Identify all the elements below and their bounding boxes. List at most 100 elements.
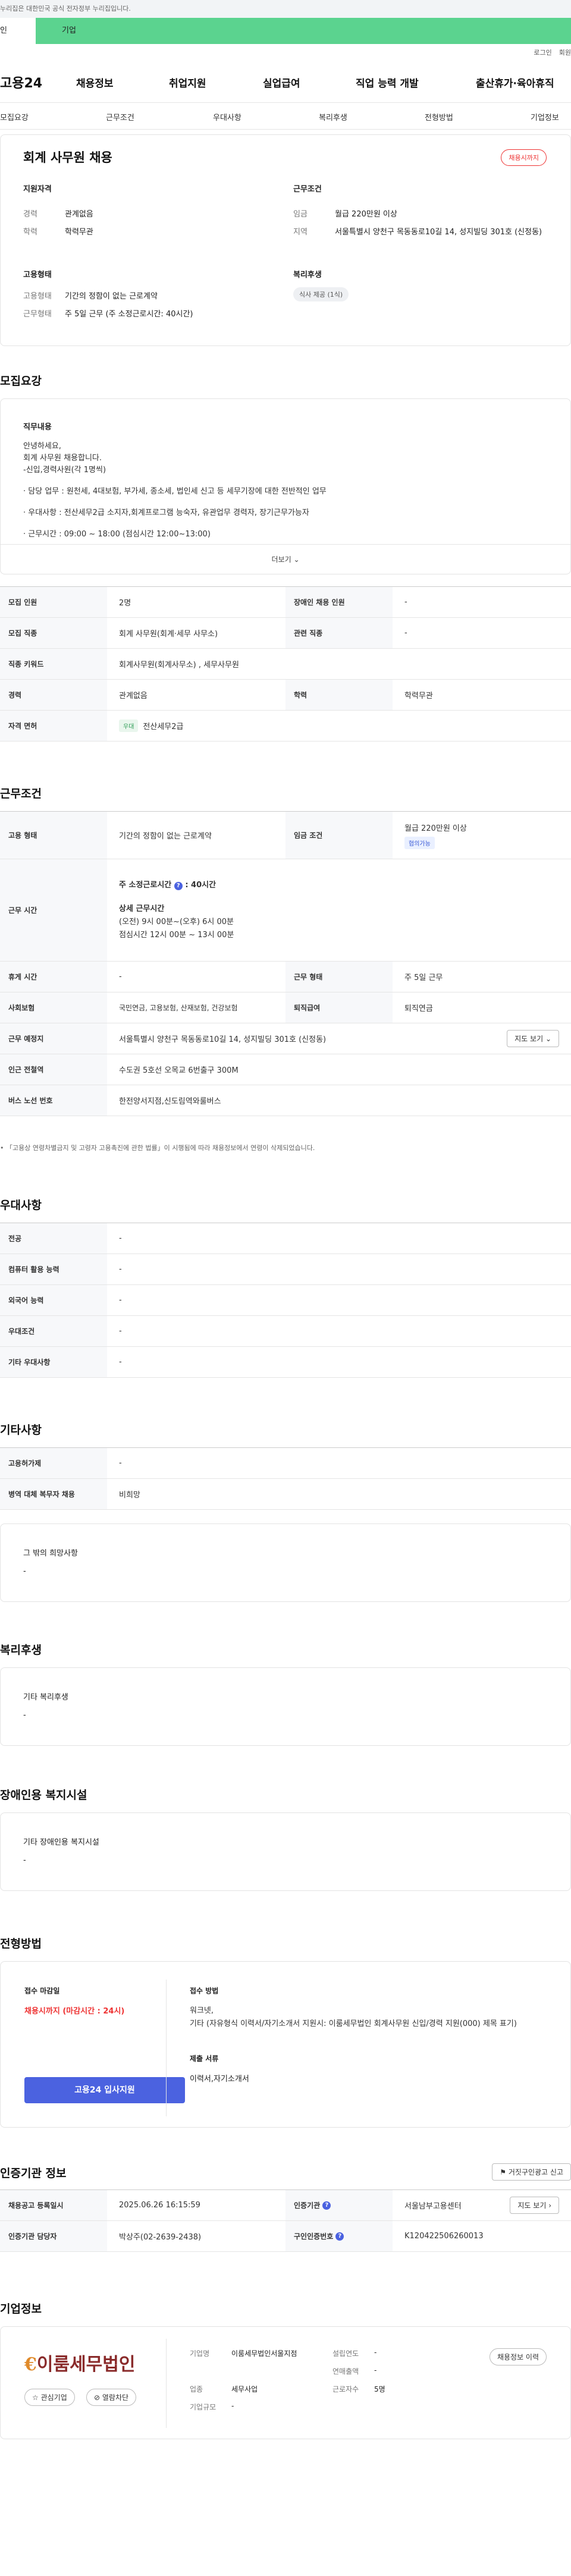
favorite-company-button[interactable]: ☆ 관심기업 xyxy=(24,2389,75,2406)
table-row: 고용 형태 기간의 정함이 없는 근로계약 임금 조건 월급 220만원 이상 협의가능 xyxy=(0,812,571,859)
disabled-sub-heading: 기타 장애인용 복지시설 xyxy=(23,1838,99,1847)
subnav-company[interactable]: 기업정보 xyxy=(531,111,559,122)
welfare-heading: 복리후생 xyxy=(293,271,322,279)
star-icon: ☆ xyxy=(32,2393,39,2402)
gnb-employment-support[interactable]: 취업지원 xyxy=(169,75,206,90)
tab-company[interactable]: 기업 xyxy=(36,18,76,44)
sales-field: 연매출액 - xyxy=(332,2366,377,2376)
employment-heading: 고용형태 xyxy=(23,271,52,279)
gnb-training[interactable]: 직업 능력 개발 xyxy=(356,75,419,90)
more-button[interactable]: 더보기 ⌄ xyxy=(1,544,570,574)
employees-field: 근로자수 5명 xyxy=(332,2385,385,2393)
process-heading: 전형방법 xyxy=(0,1937,42,1950)
table-row: 채용공고 등록일시 2025.06.26 16:15:59 인증기관 ? 서울남부고용… xyxy=(0,2190,571,2221)
conditions-table: 고용 형태 기간의 정함이 없는 근로계약 임금 조건 월급 220만원 이상 협의가능… xyxy=(0,811,571,1116)
company-heading: 기업정보 xyxy=(0,2302,42,2316)
job-summary-card: 회계 사무원 채용 채용시까지 지원자격 경력 관계없음 학력 학력무관 근무조건 … xyxy=(0,134,571,346)
negotiable-tag: 협의가능 xyxy=(404,836,435,849)
table-row: 인근 전철역 수도권 5호선 오목교 6번출구 300M xyxy=(0,1054,571,1085)
welfare-sub-heading: 기타 복리후생 xyxy=(23,1693,68,1702)
duty-card: 직무내용 안녕하세요, 회계 사무원 채용합니다. -신입,경력사원(각 1명씩… xyxy=(0,398,571,574)
table-row: 버스 노선 번호 한전양서지점,신도림역와룰버스 xyxy=(0,1085,571,1116)
etc-table: 고용허가제 - 병역 대체 복무자 채용 비희망 xyxy=(0,1447,571,1510)
divider xyxy=(166,1980,167,2116)
table-row: 병역 대체 복무자 채용 비희망 xyxy=(0,1479,571,1510)
table-row: 경력 관계없음 학력 학력무관 xyxy=(0,680,571,711)
table-row: 우대조건 - xyxy=(0,1316,571,1347)
table-row: 모집 직종 회계 사무원(회계·세무 사무소) 관련 직종 - xyxy=(0,618,571,649)
table-row: 고용허가제 - xyxy=(0,1448,571,1479)
welfare-section-heading: 복리후생 xyxy=(0,1644,42,1657)
subnav-process[interactable]: 전형방법 xyxy=(425,111,453,122)
docs-value: 이력서,자기소개서 xyxy=(190,2075,249,2084)
login-link[interactable]: 로그인 xyxy=(534,48,551,57)
conditions-heading: 근무조건 xyxy=(0,787,42,800)
recruit-table: 모집 인원 2명 장애인 채용 인원 - 모집 직종 회계 사무원(회계·세무 사무소)… xyxy=(0,586,571,742)
duty-heading: 직무내용 xyxy=(23,423,52,432)
education-field: 학력 학력무관 xyxy=(23,228,93,237)
industry-field: 업종 세무사업 xyxy=(190,2385,258,2393)
report-fake-ad-button[interactable]: ⚑ 거짓구인광고 신고 xyxy=(492,2163,571,2181)
subnav-welfare[interactable]: 복리후생 xyxy=(319,111,347,122)
table-row: 외국어 능력 - xyxy=(0,1285,571,1316)
subnav-conditions[interactable]: 근무조건 xyxy=(106,111,134,122)
map-view-button[interactable]: 지도 보기 ⌄ xyxy=(507,1030,559,1047)
company-card: €이룸세무법인 ☆ 관심기업 ⊘ 열람차단 기업명 이룸세무법인서울지점 업종 세무… xyxy=(0,2326,571,2439)
table-row: 사회보험 국민연금, 고용보험, 산재보험, 건강보험 퇴직급여 퇴직연금 xyxy=(0,992,571,1023)
location-field: 지역 서울특별시 양천구 목동동로10길 14, 성지빌딩 301호 (신정동) xyxy=(293,228,542,237)
subnav-recruit[interactable]: 모집요강 xyxy=(0,111,29,122)
gnb-job-info[interactable]: 채용정보 xyxy=(76,75,114,90)
disabled-value: - xyxy=(23,1856,26,1865)
company-name-field: 기업명 이룸세무법인서울지점 xyxy=(190,2349,297,2358)
deadline-heading: 접수 마감일 xyxy=(24,1987,60,1995)
gov-banner: 누리집은 대한민국 공식 전자정부 누리집입니다. xyxy=(0,0,571,18)
welfare-value: - xyxy=(23,1711,26,1720)
subnav-preference[interactable]: 우대사항 xyxy=(213,111,241,122)
wish-value: - xyxy=(23,1567,26,1576)
employment-type-field: 고용형태 기간의 정함이 없는 근로계약 xyxy=(23,292,158,301)
preference-heading: 우대사항 xyxy=(0,1199,42,1212)
table-row: 인증기관 담당자 박상주(02-2639-2438) 구인인증번호 ? K120422… xyxy=(0,2221,571,2252)
recruit-heading: 모집요강 xyxy=(0,375,42,388)
divider xyxy=(166,2339,167,2428)
chevron-down-icon: ⌄ xyxy=(293,555,300,564)
agency-table: 채용공고 등록일시 2025.06.26 16:15:59 인증기관 ? 서울남부고용… xyxy=(0,2189,571,2252)
company-size-field: 기업규모 - xyxy=(190,2402,234,2411)
deadline-value: 채용시까지 (마감시간 : 24시) xyxy=(24,2007,125,2016)
block-view-button[interactable]: ⊘ 열람차단 xyxy=(86,2389,137,2406)
utility-menu: 로그인 회원 xyxy=(0,44,571,61)
table-row: 기타 우대사항 - xyxy=(0,1347,571,1378)
table-row: 자격 면허 우대 전산세무2급 xyxy=(0,711,571,742)
established-field: 설립연도 - xyxy=(332,2348,377,2358)
age-note: • 「고용상 연령차별금지 및 고령자 고용촉진에 관한 법률」이 시행됨에 따… xyxy=(0,1144,315,1152)
agency-map-button[interactable]: 지도 보기 › xyxy=(510,2197,559,2214)
disabled-facility-heading: 장애인용 복지시설 xyxy=(0,1789,87,1802)
signup-link[interactable]: 회원 xyxy=(559,48,571,57)
section-nav: 모집요강 근무조건 우대사항 복리후생 전형방법 기업정보 xyxy=(0,102,571,130)
table-row: 근무 시간 주 소정근로시간 ? : 40시간 상세 근무시간 (오전) 9시 … xyxy=(0,859,571,962)
info-icon[interactable]: ? xyxy=(335,2232,344,2241)
table-row: 모집 인원 2명 장애인 채용 인원 - xyxy=(0,587,571,618)
disabled-facility-card: 기타 장애인용 복지시설 - xyxy=(0,1812,571,1891)
info-icon[interactable]: ? xyxy=(322,2201,331,2210)
info-icon[interactable]: ? xyxy=(174,881,183,890)
company-logo: €이룸세무법인 xyxy=(24,2354,136,2375)
job-history-button[interactable]: 채용정보 이력 xyxy=(489,2348,547,2365)
method-heading: 접수 방법 xyxy=(190,1987,219,1995)
condition-heading: 근무조건 xyxy=(293,185,322,194)
tab-individual[interactable]: 인 xyxy=(0,18,36,44)
method-value: 워크넷, 기타 (자유형식 이력서/자기소개서 지원시: 이룸세무법인 회계사무원… xyxy=(190,2006,517,2028)
table-row: 직종 키워드 회계사무원(회계사무소) , 세무사무원 xyxy=(0,649,571,680)
table-row: 컴퓨터 활용 능력 - xyxy=(0,1254,571,1285)
apply-button[interactable]: 고용24 입사지원 xyxy=(24,2077,185,2103)
report-icon: ⚑ xyxy=(500,2168,507,2176)
deadline-badge: 채용시까지 xyxy=(501,149,547,166)
welfare-pill: 식사 제공 (1식) xyxy=(293,287,349,301)
docs-heading: 제출 서류 xyxy=(190,2054,219,2063)
career-field: 경력 관계없음 xyxy=(23,210,93,219)
qualification-heading: 지원자격 xyxy=(23,185,52,194)
etc-heading: 기타사항 xyxy=(0,1424,42,1437)
gnb-parental-leave[interactable]: 출산휴가·육아휴직 xyxy=(476,75,554,90)
site-logo[interactable]: 고용24 xyxy=(0,73,42,92)
gnb-unemployment[interactable]: 실업급여 xyxy=(263,75,300,90)
